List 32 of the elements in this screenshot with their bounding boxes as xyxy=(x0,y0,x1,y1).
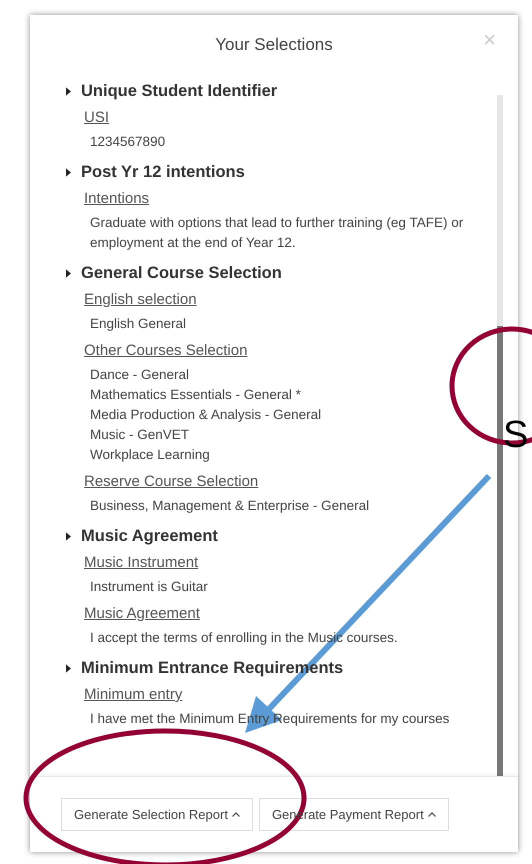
section-heading: Post Yr 12 intentions xyxy=(81,162,245,182)
field-label: Minimum entry xyxy=(84,685,182,705)
field-value: Media Production & Analysis - General xyxy=(90,406,322,424)
field-value: Mathematics Essentials - General * xyxy=(90,386,302,404)
section-heading: General Course Selection xyxy=(81,264,282,282)
field-value: English General xyxy=(90,315,188,333)
field-label: Other Courses Selection xyxy=(84,341,248,361)
field-label: Music Instrument xyxy=(84,553,198,573)
field-value: Instrument is Guitar xyxy=(90,578,209,596)
field-value: Music - GenVET xyxy=(90,426,190,444)
caret-icon xyxy=(232,812,240,817)
field-value: Dance - General xyxy=(90,366,190,384)
expand-arrow-icon[interactable] xyxy=(66,268,71,278)
caret-icon xyxy=(428,812,436,817)
field-label: English selection xyxy=(84,290,197,310)
field-value: Graduate with options that lead to further training (eg TAFE) or employment at the end of Year 12. xyxy=(90,214,464,252)
field-label: Music Agreement xyxy=(84,604,200,624)
section-heading: Unique Student Identifier xyxy=(81,82,278,100)
section-heading: Music Agreement xyxy=(81,526,218,546)
field-label: USI xyxy=(84,108,110,128)
field-value: 1234567890 xyxy=(90,133,166,151)
expand-arrow-icon[interactable] xyxy=(66,664,71,672)
expand-arrow-icon[interactable] xyxy=(66,168,71,176)
scrollbar-thumb[interactable] xyxy=(497,326,503,776)
field-value: Business, Management & Enterprise - General xyxy=(90,497,370,515)
expand-arrow-icon[interactable] xyxy=(66,532,71,540)
expand-arrow-icon[interactable] xyxy=(66,86,71,96)
field-label: Intentions xyxy=(84,189,150,209)
field-value: Workplace Learning xyxy=(90,446,211,464)
field-label: Reserve Course Selection xyxy=(84,472,258,492)
dialog-title: Your Selections xyxy=(215,35,333,55)
report-button[interactable]: Generate Selection Report xyxy=(61,798,253,831)
